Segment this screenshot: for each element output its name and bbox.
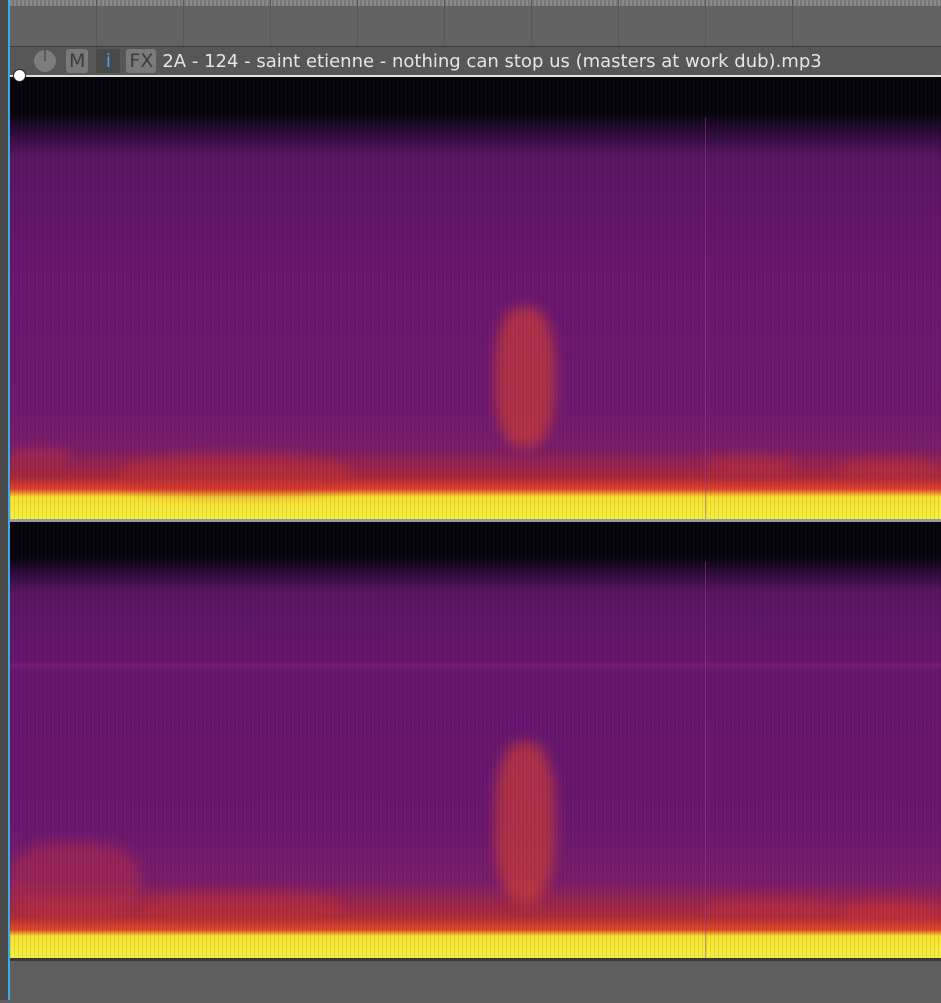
grid-line	[270, 0, 271, 46]
arrange-left-edge	[0, 0, 8, 1000]
fx-button[interactable]: FX	[126, 49, 157, 73]
grid-line	[792, 0, 793, 46]
edit-cursor[interactable]	[8, 0, 10, 1000]
previous-track-lane	[0, 0, 941, 47]
spectrogram-channel-right[interactable]	[10, 522, 941, 958]
volume-knob[interactable]	[34, 50, 56, 72]
grid-line	[618, 0, 619, 46]
grid-line	[705, 0, 706, 46]
mute-button[interactable]: M	[66, 49, 89, 73]
grid-line	[444, 0, 445, 46]
grid-line	[183, 0, 184, 46]
grid-line	[357, 0, 358, 46]
grid-line	[531, 0, 532, 46]
spectrogram-channel-left[interactable]	[10, 77, 941, 519]
item-title: 2A - 124 - saint etienne - nothing can s…	[162, 50, 822, 72]
grid-line	[96, 0, 97, 46]
spectrogram-noise	[10, 522, 941, 958]
next-track-lane	[10, 958, 941, 1003]
spectrogram-noise	[10, 77, 941, 519]
waveform-strip	[10, 0, 941, 6]
media-item-header[interactable]: M i FX 2A - 124 - saint etienne - nothin…	[10, 47, 941, 75]
fade-in-handle[interactable]	[13, 69, 26, 82]
item-info-button[interactable]: i	[96, 49, 121, 73]
